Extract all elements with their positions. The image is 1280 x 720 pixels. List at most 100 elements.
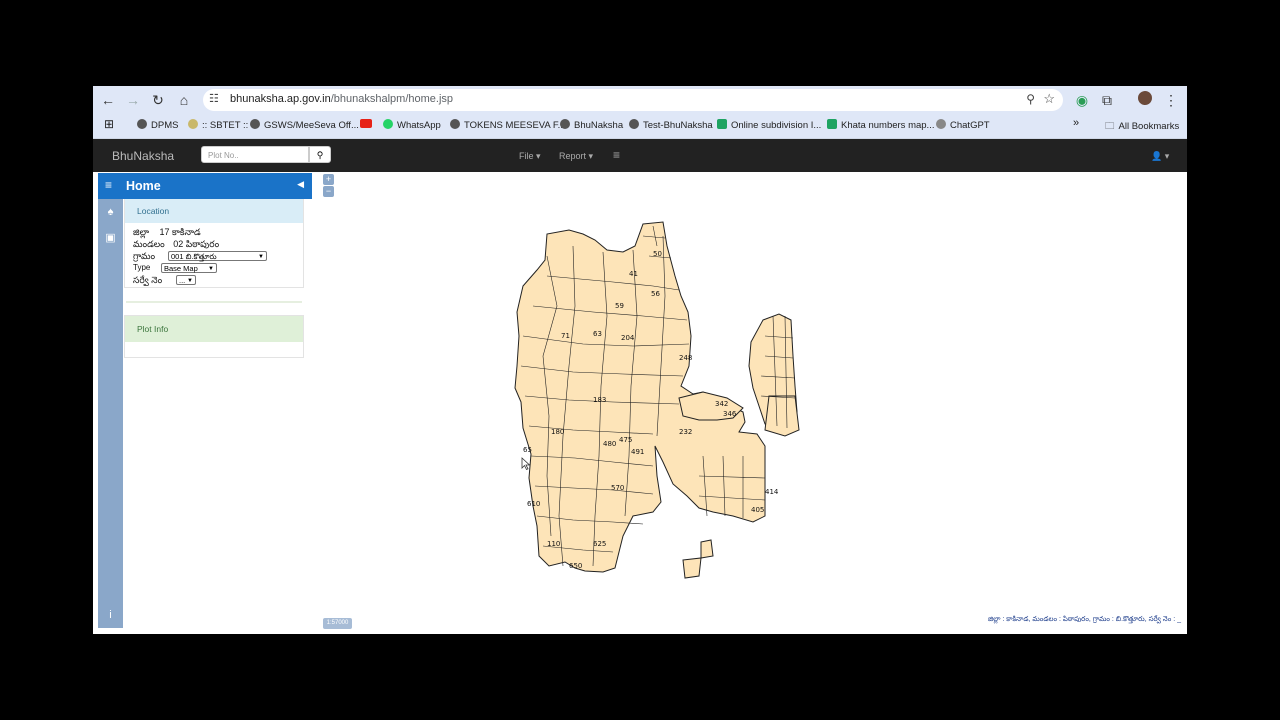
plot-label[interactable]: 491 xyxy=(631,448,644,456)
plot-label[interactable]: 71 xyxy=(561,332,570,340)
bookmark-tokens-meeseva[interactable]: TOKENS MEESEVA F... xyxy=(450,119,566,131)
zoom-icon[interactable]: ⚲ xyxy=(1026,92,1035,106)
sheets-icon xyxy=(717,119,727,129)
globe-icon xyxy=(629,119,639,129)
zoom-out-button[interactable]: − xyxy=(323,186,334,197)
plot-label[interactable]: 610 xyxy=(527,500,540,508)
url-text: bhunaksha.ap.gov.in/bhunakshalpm/home.js… xyxy=(230,93,454,105)
plot-info-header[interactable]: Plot Info xyxy=(125,316,303,342)
site-info-icon[interactable]: ☷ xyxy=(209,92,219,105)
plot-label[interactable]: 232 xyxy=(679,428,692,436)
plot-label[interactable]: 204 xyxy=(621,334,635,342)
plot-label[interactable]: 346 xyxy=(723,410,737,418)
chrome-menu-icon[interactable]: ⋮ xyxy=(1162,91,1180,109)
zoom-in-button[interactable]: + xyxy=(323,174,334,185)
location-footer: జిల్లా : కాకినాడ, మండలం : పిఠాపురం, గ్రా… xyxy=(988,616,1181,623)
scale-indicator: 1:57000 xyxy=(323,618,352,629)
plot-label[interactable]: 110 xyxy=(547,540,560,548)
whatsapp-icon xyxy=(383,119,393,129)
plot-label[interactable]: 480 xyxy=(603,440,616,448)
image-icon[interactable]: ▣ xyxy=(98,231,123,244)
plot-label[interactable]: 65 xyxy=(523,446,532,454)
globe-icon xyxy=(450,119,460,129)
bookmark-chatgpt[interactable]: ChatGPT xyxy=(936,119,990,131)
district-value: 17 కాకినాడ xyxy=(159,227,201,237)
bookmark-sbtet[interactable]: :: SBTET :: xyxy=(188,119,248,131)
plot-label[interactable]: 63 xyxy=(593,330,602,338)
type-label: Type xyxy=(133,263,151,272)
location-panel: Location జిల్లా 17 కాకినాడ మండలం 02 పిఠా… xyxy=(124,199,304,288)
bookmark-youtube[interactable] xyxy=(360,119,376,130)
extension-eye-icon[interactable]: ◉ xyxy=(1073,91,1091,109)
home-icon[interactable]: ⌂ xyxy=(175,91,193,109)
plot-search-input[interactable]: Plot No.. xyxy=(201,146,309,163)
survey-label: సర్వే నెం xyxy=(133,275,163,285)
bookmark-bhunaksha[interactable]: BhuNaksha xyxy=(560,119,623,131)
profile-avatar[interactable] xyxy=(1136,91,1154,109)
mandal-value: 02 పిఠాపురం xyxy=(173,239,220,249)
apps-grid-icon[interactable]: ⊞ xyxy=(104,117,114,131)
district-label: జిల్లా xyxy=(133,227,150,237)
youtube-icon xyxy=(360,119,372,128)
plot-label[interactable]: 570 xyxy=(611,484,624,492)
app-navbar: BhuNaksha Plot No.. ⚲ File ▾ Report ▾ ≡ … xyxy=(93,139,1187,172)
bookmarks-bar: ⊞ DPMS :: SBTET :: GSWS/MeeSeva Off... W… xyxy=(93,113,1187,139)
forward-icon[interactable]: → xyxy=(124,91,142,109)
home-header: ≡ Home ◀ xyxy=(98,173,312,199)
bookmark-star-icon[interactable]: ☆ xyxy=(1043,91,1055,107)
globe-icon xyxy=(137,119,147,129)
plot-label[interactable]: 650 xyxy=(569,562,582,570)
globe-icon xyxy=(560,119,570,129)
sbtet-logo-icon xyxy=(188,119,198,129)
bookmark-khata-numbers[interactable]: Khata numbers map... xyxy=(827,119,934,131)
plot-label[interactable]: 41 xyxy=(629,270,638,278)
bookmark-whatsapp[interactable]: WhatsApp xyxy=(383,119,441,131)
reload-icon[interactable]: ↻ xyxy=(149,91,167,109)
panel-divider xyxy=(126,301,302,303)
chevron-down-icon: ▼ xyxy=(258,254,264,260)
info-icon[interactable]: i xyxy=(98,609,123,621)
cadastral-map[interactable]: 71 63 204 56 59 50 41 248 183 475 480 49… xyxy=(503,216,873,586)
sheets-icon xyxy=(827,119,837,129)
list-menu-icon[interactable]: ≡ xyxy=(613,148,620,162)
bookmarks-overflow-icon[interactable]: » xyxy=(1073,117,1079,129)
bookmark-online-subdivision[interactable]: Online subdivision I... xyxy=(717,119,821,131)
file-menu[interactable]: File ▾ xyxy=(519,151,541,162)
collapse-arrow-icon[interactable]: ◀ xyxy=(297,179,304,190)
plot-label[interactable]: 414 xyxy=(765,488,779,496)
plot-label[interactable]: 59 xyxy=(615,302,624,310)
extensions-puzzle-icon[interactable]: ⧉ xyxy=(1098,91,1116,109)
all-bookmarks-folder[interactable]: 🗀 All Bookmarks xyxy=(1105,119,1179,135)
folder-icon: 🗀 xyxy=(1105,121,1115,132)
mouse-cursor-icon xyxy=(521,457,531,471)
plot-label[interactable]: 180 xyxy=(551,428,564,436)
bookmark-dpms[interactable]: DPMS xyxy=(137,119,178,131)
user-menu[interactable]: 👤 ▾ xyxy=(1151,151,1169,162)
mandal-label: మండలం xyxy=(133,239,165,249)
address-bar[interactable]: ☷ bhunaksha.ap.gov.in/bhunakshalpm/home.… xyxy=(203,89,1063,111)
chevron-down-icon: ▼ xyxy=(187,278,193,284)
chevron-down-icon: ▼ xyxy=(208,266,214,272)
bookmark-test-bhunaksha[interactable]: Test-BhuNaksha xyxy=(629,119,713,131)
plot-label[interactable]: 475 xyxy=(619,436,632,444)
bookmark-gsws[interactable]: GSWS/MeeSeva Off... xyxy=(250,119,359,131)
village-select[interactable]: 001 బి.కొత్తూరు ▼ xyxy=(168,251,267,261)
survey-select[interactable]: ... ▼ xyxy=(176,275,196,285)
plot-label[interactable]: 183 xyxy=(593,396,606,404)
brand-title[interactable]: BhuNaksha xyxy=(112,149,174,163)
village-boundary xyxy=(514,221,800,579)
plot-label[interactable]: 625 xyxy=(593,540,606,548)
location-header: Location xyxy=(125,199,303,223)
search-button[interactable]: ⚲ xyxy=(309,146,331,163)
hamburger-icon[interactable]: ≡ xyxy=(105,178,112,192)
plot-label[interactable]: 56 xyxy=(651,290,660,298)
plot-label[interactable]: 50 xyxy=(653,250,662,258)
bell-icon[interactable]: ♠ xyxy=(98,206,123,218)
type-select[interactable]: Base Map ▼ xyxy=(161,263,217,273)
plot-label[interactable]: 248 xyxy=(679,354,692,362)
back-icon[interactable]: ← xyxy=(99,91,117,109)
home-title: Home xyxy=(126,179,161,193)
plot-label[interactable]: 405 xyxy=(751,506,764,514)
plot-label[interactable]: 342 xyxy=(715,400,728,408)
report-menu[interactable]: Report ▾ xyxy=(559,151,593,162)
